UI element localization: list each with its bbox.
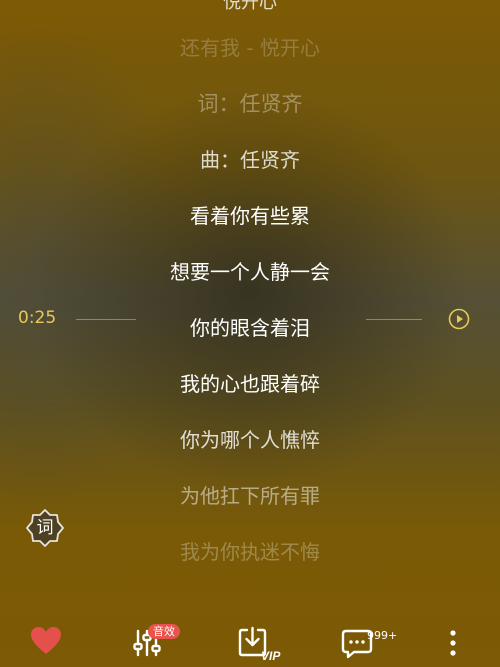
lyric-line[interactable]: 看着你有些累	[0, 202, 500, 230]
lyric-line[interactable]: 词：任贤齐	[0, 90, 500, 118]
lyric-line-current[interactable]: 你的眼含着泪	[0, 314, 500, 342]
lyric-toggle-button[interactable]: 词	[24, 507, 66, 549]
download-button[interactable]: VIP	[237, 626, 281, 663]
vip-label: VIP	[261, 649, 281, 662]
more-vertical-icon	[450, 630, 456, 656]
lyric-toggle-label: 词	[36, 518, 54, 538]
lyrics-panel[interactable]: 还有我 - 悦开心 词：任贤齐 曲：任贤齐 看着你有些累 想要一个人静一会 你的…	[0, 0, 500, 600]
play-circle-icon	[448, 308, 470, 330]
play-from-line-button[interactable]	[448, 308, 470, 330]
lyric-line[interactable]: 我为你执迷不悔	[0, 538, 500, 566]
lyric-line[interactable]: 想要一个人静一会	[0, 258, 500, 286]
download-vip-icon: VIP	[238, 626, 281, 663]
lyric-line[interactable]: 你为哪个人憔悴	[0, 426, 500, 454]
heart-icon	[31, 627, 61, 654]
comment-count: 999+	[367, 629, 398, 642]
bottom-toolbar: 音效 VIP 999+	[0, 620, 500, 667]
lyric-line[interactable]: 为他扛下所有罪	[0, 482, 500, 510]
lyric-line[interactable]: 我的心也跟着碎	[0, 370, 500, 398]
like-button[interactable]	[30, 626, 62, 656]
more-options-button[interactable]	[446, 626, 460, 660]
seek-time-label: 0:25	[18, 308, 57, 328]
seek-guide-line-left	[76, 319, 136, 320]
seek-guide-line-right	[366, 319, 422, 320]
lyric-line[interactable]: 曲：任贤齐	[0, 146, 500, 174]
effects-badge: 音效	[148, 624, 180, 639]
lyric-line[interactable]: 还有我 - 悦开心	[0, 34, 500, 62]
